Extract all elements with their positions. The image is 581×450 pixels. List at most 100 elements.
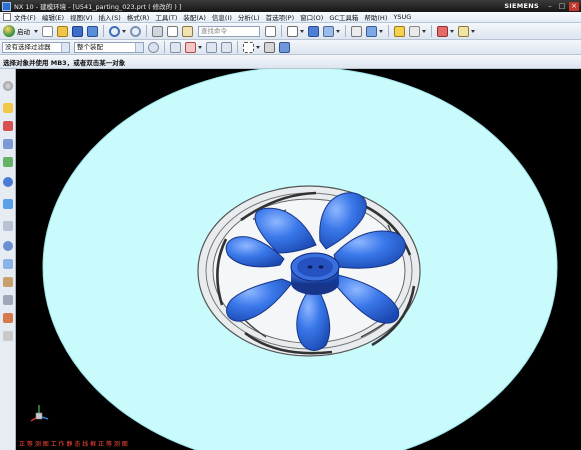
roles-icon[interactable] — [3, 277, 13, 287]
select-face-icon[interactable] — [185, 41, 196, 53]
menu-view[interactable]: 视图(V) — [70, 12, 93, 22]
measure-icon[interactable] — [437, 25, 448, 37]
maximize-button[interactable]: □ — [557, 2, 567, 11]
nx-app-icon — [2, 1, 11, 11]
hd3d-tools-icon[interactable] — [3, 313, 13, 323]
snap-point-icon[interactable] — [394, 25, 405, 37]
toolbar-separator — [388, 25, 389, 37]
fan-hub[interactable] — [290, 252, 340, 295]
web-browser-icon[interactable] — [3, 177, 13, 187]
command-search-placeholder: 查找命令 — [201, 26, 227, 35]
menu-preferences[interactable]: 首选项(P) — [266, 12, 295, 22]
layer-settings-icon[interactable] — [351, 25, 362, 37]
orient-view-icon[interactable] — [323, 25, 334, 37]
save-all-icon[interactable] — [87, 25, 98, 37]
history-icon[interactable] — [3, 199, 13, 209]
menu-gc-toolkit[interactable]: GC工具箱 — [329, 12, 358, 22]
menu-information[interactable]: 信息(I) — [212, 12, 232, 22]
menu-insert[interactable]: 插入(S) — [99, 12, 121, 22]
start-label: 启动 — [17, 28, 30, 36]
new-file-icon[interactable] — [42, 25, 53, 37]
select-body-icon[interactable] — [206, 41, 217, 53]
undo-icon[interactable] — [109, 25, 120, 37]
menu-window[interactable]: 窗口(O) — [300, 12, 323, 22]
undo-dropdown-icon[interactable] — [122, 29, 126, 33]
toolbar-separator — [281, 25, 282, 37]
minimize-button[interactable]: – — [545, 2, 555, 11]
window-title: NX 10 - 建模环境 - [U541_parting_023.prt ( 修… — [14, 3, 182, 11]
menu-ysug[interactable]: YSUG — [393, 13, 411, 21]
title-bar: NX 10 - 建模环境 - [U541_parting_023.prt ( 修… — [0, 0, 581, 12]
snap-settings-icon[interactable] — [264, 41, 275, 53]
type-filter-select[interactable]: 没有选择过滤器 — [2, 41, 70, 53]
gear-icon[interactable] — [3, 81, 13, 91]
selection-toolbar: 没有选择过滤器 整个装配 — [0, 40, 581, 55]
menu-help[interactable]: 帮助(H) — [364, 12, 387, 22]
rectangle-select-icon[interactable] — [243, 41, 254, 53]
orient-dropdown-icon[interactable] — [336, 29, 340, 33]
select-edge-icon[interactable] — [221, 41, 232, 53]
show-hide-icon[interactable] — [366, 25, 377, 37]
select-feature-icon[interactable] — [170, 41, 181, 53]
start-dropdown-icon[interactable] — [34, 29, 38, 33]
view-fit-icon[interactable] — [287, 25, 298, 37]
show-hide-dropdown-icon[interactable] — [379, 29, 383, 33]
selection-scope-select[interactable]: 整个装配 — [74, 41, 144, 53]
reuse-library-icon[interactable] — [3, 157, 13, 167]
toolbar-separator — [164, 41, 165, 53]
toolbar-separator — [345, 25, 346, 37]
face-rule-dropdown-icon[interactable] — [198, 45, 202, 49]
wcs-icon[interactable] — [409, 25, 420, 37]
menu-edit[interactable]: 编辑(E) — [42, 12, 64, 22]
toolbar-separator — [237, 41, 238, 53]
constraint-navigator-icon[interactable] — [3, 139, 13, 149]
resource-bar — [0, 69, 16, 450]
status-prompt-bar: 选择对象并使用 MB3，或者双击某一对象 — [0, 55, 581, 69]
redo-icon[interactable] — [130, 25, 141, 37]
selection-scope-value: 整个装配 — [77, 42, 103, 51]
palette-icon[interactable] — [3, 331, 13, 341]
analysis-dropdown-icon[interactable] — [471, 29, 475, 33]
type-filter-value: 没有选择过滤器 — [5, 42, 51, 51]
part-navigator-icon[interactable] — [3, 103, 13, 113]
menu-document-icon[interactable] — [3, 13, 11, 21]
view-dropdown-icon[interactable] — [300, 29, 304, 33]
measure-dropdown-icon[interactable] — [450, 29, 454, 33]
manufacturing-wizard-icon[interactable] — [3, 259, 13, 269]
general-selection-icon[interactable] — [148, 41, 159, 53]
command-search-input[interactable]: 查找命令 — [198, 25, 260, 37]
assembly-navigator-icon[interactable] — [279, 41, 290, 53]
menu-format[interactable]: 格式(R) — [127, 12, 150, 22]
rectangle-dropdown-icon[interactable] — [256, 45, 260, 49]
cut-icon[interactable] — [152, 25, 163, 37]
shaded-cube-icon[interactable] — [308, 25, 319, 37]
search-icon[interactable] — [265, 25, 276, 37]
save-icon[interactable] — [72, 25, 83, 37]
paste-icon[interactable] — [182, 25, 193, 37]
menu-bar: 文件(F) 编辑(E) 视图(V) 插入(S) 格式(R) 工具(T) 装配(A… — [0, 12, 581, 23]
system-scenes-icon[interactable] — [3, 295, 13, 305]
model-canvas — [42, 69, 558, 450]
coordinate-triad-icon — [30, 405, 49, 422]
menu-file[interactable]: 文件(F) — [14, 12, 36, 22]
standard-toolbar: 启动 查找命令 — [0, 23, 581, 40]
start-button[interactable]: 启动 — [3, 25, 30, 37]
copy-icon[interactable] — [167, 25, 178, 37]
menu-assembly[interactable]: 装配(A) — [183, 12, 206, 22]
toolbar-separator — [146, 25, 147, 37]
status-prompt: 选择对象并使用 MB3，或者双击某一对象 — [3, 58, 126, 67]
menu-analysis[interactable]: 分析(L) — [238, 12, 260, 22]
menu-tools[interactable]: 工具(T) — [155, 12, 177, 22]
toolbar-separator — [431, 25, 432, 37]
close-button[interactable]: × — [569, 1, 579, 11]
toolbar-separator — [103, 25, 104, 37]
wcs-dropdown-icon[interactable] — [422, 29, 426, 33]
graphics-viewport[interactable] — [16, 69, 581, 450]
system-materials-icon[interactable] — [3, 221, 13, 231]
analysis-icon[interactable] — [458, 25, 469, 37]
process-studio-icon[interactable] — [3, 241, 13, 251]
siemens-brand: SIEMENS — [504, 2, 539, 10]
open-folder-icon[interactable] — [57, 25, 68, 37]
view-status-text: 正 等 测 图 工 作 静 态 线 框 正 等 测 图 — [19, 441, 128, 448]
assembly-navigator-icon[interactable] — [3, 121, 13, 131]
